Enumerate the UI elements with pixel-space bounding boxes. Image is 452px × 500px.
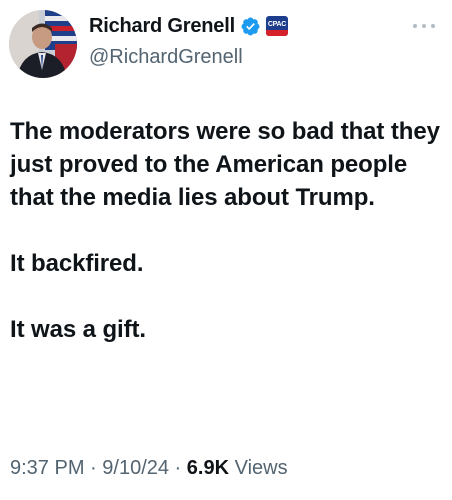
name-row: Richard Grenell CPAC	[89, 12, 288, 40]
display-name[interactable]: Richard Grenell	[89, 12, 235, 40]
tweet-header: Richard Grenell CPAC @RichardGrenell	[9, 9, 443, 79]
tweet-meta: 9:37 PM · 9/10/24 · 6.9K Views	[10, 455, 288, 481]
avatar[interactable]	[9, 10, 77, 78]
tweet-card: Richard Grenell CPAC @RichardGrenell The…	[0, 0, 452, 500]
affiliate-badge[interactable]: CPAC	[265, 16, 288, 36]
profile-photo-icon	[9, 10, 77, 78]
views-label: Views	[229, 457, 288, 479]
meta-separator: ·	[169, 457, 187, 479]
meta-separator: ·	[84, 457, 103, 479]
affiliate-badge-label: CPAC	[267, 20, 286, 28]
tweet-date[interactable]: 9/10/24	[102, 457, 169, 479]
views-count[interactable]: 6.9K	[187, 457, 229, 479]
tweet-text: The moderators were so bad that they jus…	[10, 118, 440, 343]
user-handle[interactable]: @RichardGrenell	[89, 43, 243, 71]
verified-checkmark-icon[interactable]	[240, 16, 261, 37]
more-options-icon[interactable]	[413, 21, 435, 31]
tweet-time[interactable]: 9:37 PM	[10, 457, 84, 479]
